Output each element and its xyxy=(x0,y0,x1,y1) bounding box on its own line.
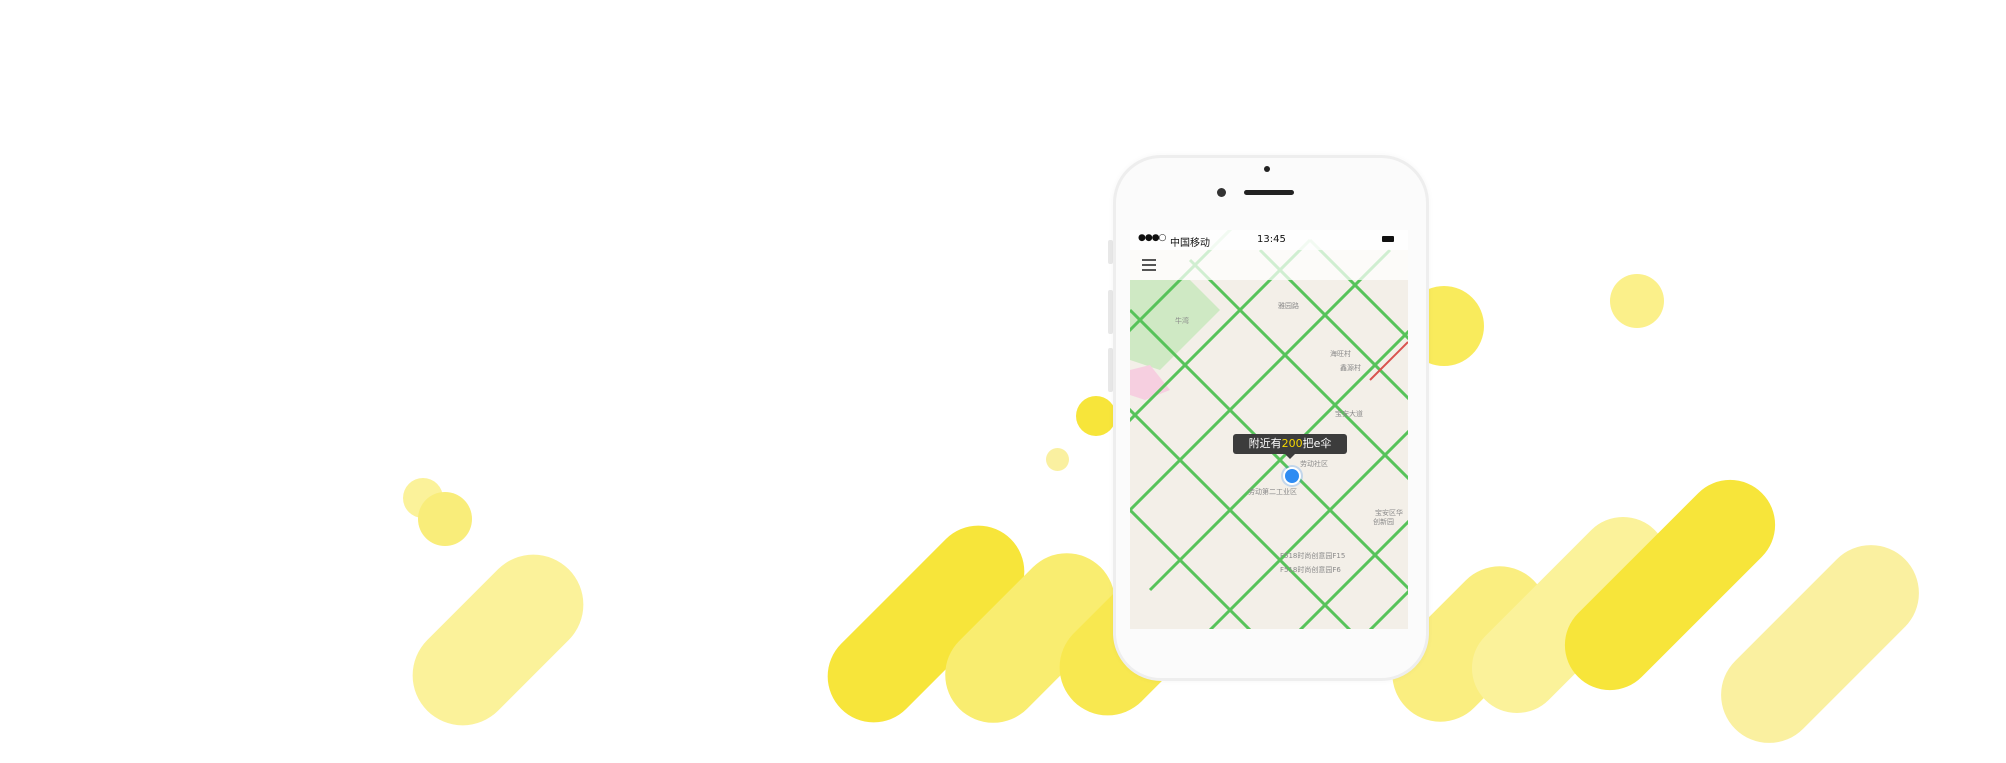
phone-screen: 牛湾 宝安区华 创新园 F518时尚创意园F15 F518时尚创意园F6 劳动第… xyxy=(1130,230,1408,629)
carrier-name: 中国移动 xyxy=(1170,238,1210,249)
decor-circle xyxy=(1076,396,1116,436)
status-bar: ●●●○ 中国移动 13:45 xyxy=(1130,230,1408,250)
map-label: 牛湾 xyxy=(1175,316,1189,325)
map-label: 海旺村 xyxy=(1330,349,1351,358)
current-location-icon xyxy=(1283,467,1301,485)
decor-pill xyxy=(1453,498,1687,732)
map-view[interactable]: 牛湾 宝安区华 创新园 F518时尚创意园F15 F518时尚创意园F6 劳动第… xyxy=(1130,230,1408,629)
map-label: 雅园路 xyxy=(1278,301,1299,310)
map-label: 宝安区华 xyxy=(1375,508,1403,517)
map-label: 鑫源村 xyxy=(1340,363,1361,372)
decor-pill xyxy=(808,506,1044,742)
tip-count: 200 xyxy=(1281,437,1303,450)
map-label: F518时尚创意园F6 xyxy=(1280,565,1341,574)
decor-pill xyxy=(1701,525,1939,763)
nearby-umbrella-tip[interactable]: 附近有200把e伞 xyxy=(1233,434,1347,459)
proximity-sensor xyxy=(1264,166,1270,172)
decor-circle xyxy=(403,478,443,518)
map-label: F518时尚创意园F15 xyxy=(1280,551,1345,560)
app-nav-bar xyxy=(1130,250,1408,280)
decor-circle xyxy=(1046,448,1069,471)
tip-prefix: 附近有 xyxy=(1248,437,1282,450)
earpiece-speaker xyxy=(1244,190,1294,195)
decor-circle xyxy=(1610,274,1664,328)
signal-icon: ●●●○ xyxy=(1138,233,1166,243)
decor-pill xyxy=(1546,461,1794,709)
front-camera xyxy=(1217,188,1226,197)
map-label: 宝安大道 xyxy=(1335,409,1363,418)
map-label: 创新园 xyxy=(1373,517,1394,526)
tip-suffix: 把e伞 xyxy=(1302,437,1332,450)
status-time: 13:45 xyxy=(1257,234,1286,245)
decor-pill xyxy=(391,533,605,747)
decor-pill xyxy=(925,533,1135,743)
map-label: 劳动第二工业区 xyxy=(1248,487,1297,496)
battery-icon xyxy=(1382,236,1394,242)
decor-circle xyxy=(418,492,472,546)
map-label: 劳动社区 xyxy=(1300,459,1328,468)
menu-icon[interactable] xyxy=(1142,259,1156,271)
